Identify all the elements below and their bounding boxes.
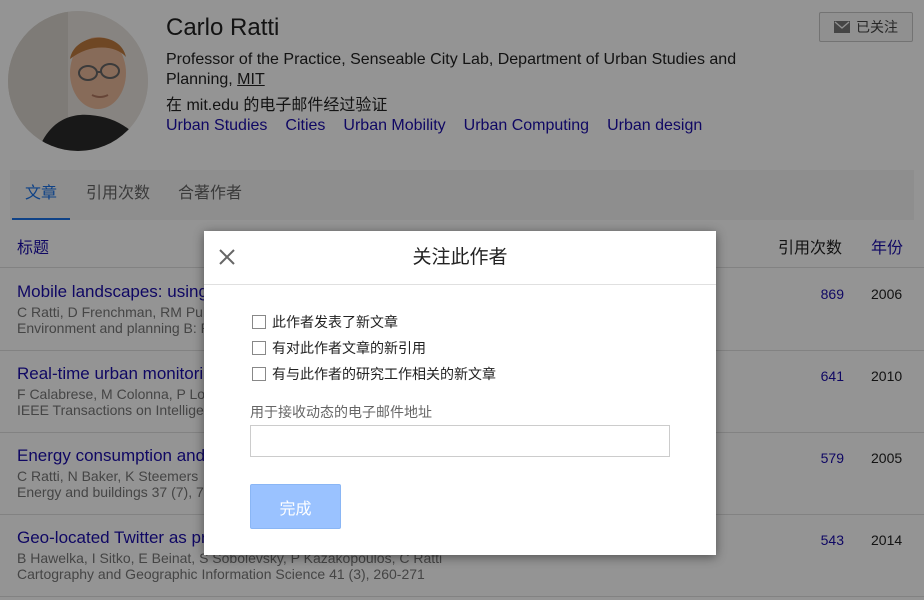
checkbox-related-research-label: 有与此作者的研究工作相关的新文章 [272,366,496,382]
dialog-title: 关注此作者 [412,247,508,268]
checkbox-new-articles-label: 此作者发表了新文章 [272,314,398,330]
email-field[interactable] [250,425,670,457]
checkbox-related-research-box[interactable] [252,367,266,381]
close-icon[interactable] [218,248,236,266]
checkbox-new-citations-label: 有对此作者文章的新引用 [272,340,426,356]
dialog-header: 关注此作者 [204,231,716,285]
checkbox-new-articles[interactable]: 此作者发表了新文章 [252,312,398,332]
checkbox-related-research[interactable]: 有与此作者的研究工作相关的新文章 [252,364,496,384]
checkbox-new-citations[interactable]: 有对此作者文章的新引用 [252,338,426,358]
checkbox-new-citations-box[interactable] [252,341,266,355]
follow-author-dialog: 关注此作者 此作者发表了新文章 有对此作者文章的新引用 有与此作者的研究工作相关… [204,231,716,555]
checkbox-new-articles-box[interactable] [252,315,266,329]
done-button[interactable]: 完成 [250,484,341,529]
email-field-label: 用于接收动态的电子邮件地址 [250,404,432,420]
